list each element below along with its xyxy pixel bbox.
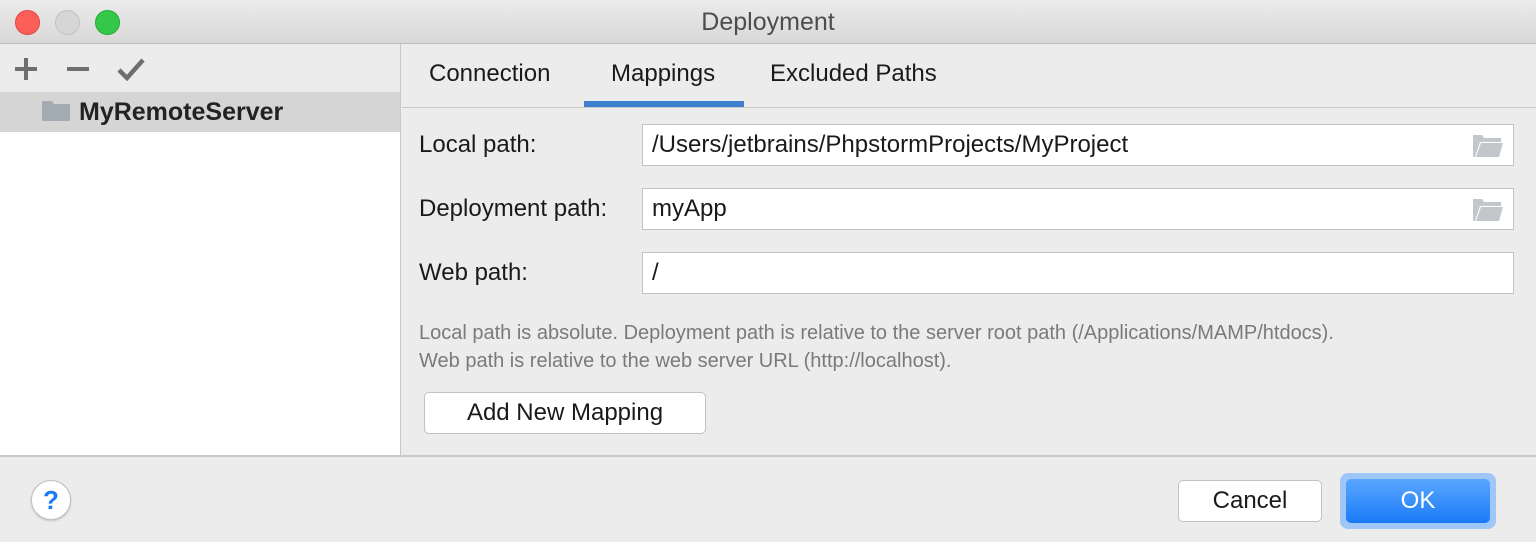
set-default-server-button[interactable]: [114, 52, 148, 86]
remove-server-button[interactable]: [61, 52, 95, 86]
dialog-footer: ? Cancel OK: [0, 455, 1536, 542]
active-tab-indicator: [584, 101, 744, 107]
open-folder-icon[interactable]: [1472, 199, 1504, 221]
tab-mappings[interactable]: Mappings: [611, 60, 715, 88]
folder-icon: [42, 101, 70, 121]
deployment-dialog: Deployment MyRemoteServer Connection Map…: [0, 0, 1536, 542]
checkmark-icon: [117, 58, 145, 81]
local-path-label: Local path:: [419, 131, 537, 158]
tab-connection[interactable]: Connection: [429, 60, 550, 88]
local-path-value: /Users/jetbrains/PhpstormProjects/MyProj…: [652, 131, 1129, 158]
server-list-toolbar: [0, 44, 400, 92]
open-folder-icon[interactable]: [1472, 135, 1504, 157]
minus-icon: [67, 67, 89, 71]
web-path-label: Web path:: [419, 259, 528, 286]
add-new-mapping-button[interactable]: Add New Mapping: [424, 392, 706, 434]
deployment-path-label: Deployment path:: [419, 195, 608, 222]
add-server-button[interactable]: [9, 52, 43, 86]
ok-button[interactable]: OK: [1346, 479, 1490, 523]
help-icon: ?: [43, 484, 59, 515]
cancel-button[interactable]: Cancel: [1178, 480, 1322, 522]
tab-excluded-paths[interactable]: Excluded Paths: [770, 60, 937, 88]
plus-icon: [15, 58, 37, 80]
deployment-path-value: myApp: [652, 195, 727, 222]
server-list-panel: MyRemoteServer: [0, 44, 401, 455]
tab-bar: Connection Mappings Excluded Paths: [402, 44, 1536, 108]
web-path-value: /: [652, 259, 659, 286]
deployment-path-field[interactable]: myApp: [642, 188, 1514, 230]
window-title: Deployment: [701, 8, 835, 36]
hint-text-line-2: Web path is relative to the web server U…: [419, 350, 952, 372]
help-button[interactable]: ?: [31, 480, 71, 520]
title-bar: Deployment: [0, 0, 1536, 44]
hint-text-line-1: Local path is absolute. Deployment path …: [419, 322, 1334, 344]
local-path-field[interactable]: /Users/jetbrains/PhpstormProjects/MyProj…: [642, 124, 1514, 166]
web-path-field[interactable]: /: [642, 252, 1514, 294]
server-list-item[interactable]: MyRemoteServer: [0, 92, 400, 132]
server-name: MyRemoteServer: [79, 98, 284, 126]
